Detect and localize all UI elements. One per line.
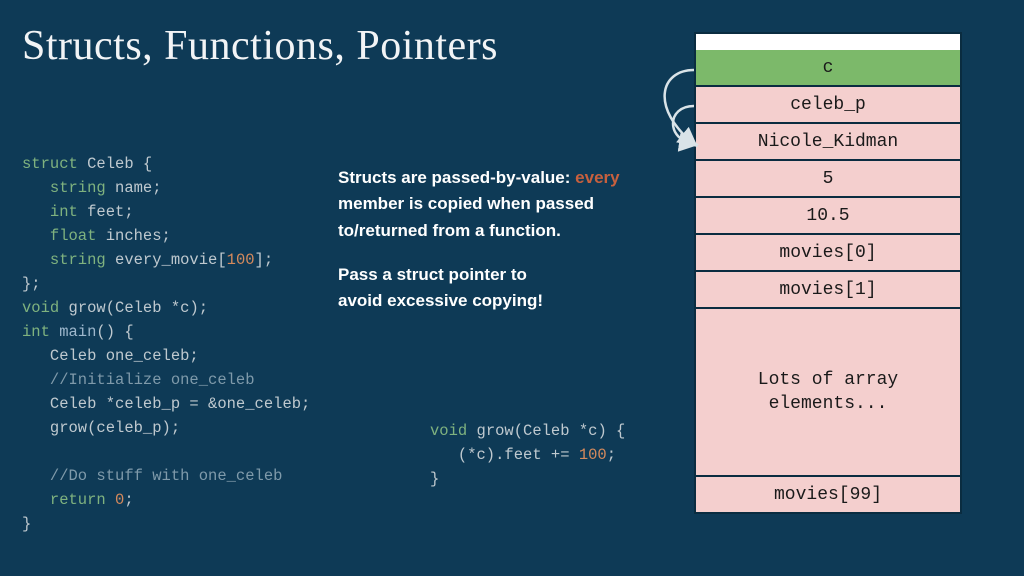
code-token: (*c).feet += [430, 446, 579, 464]
memory-cell-ellipsis: Lots of array elements... [694, 309, 962, 477]
code-token: } [430, 470, 439, 488]
code-token: struct [22, 155, 78, 173]
note-emphasis: every [575, 168, 619, 187]
code-block-grow: void grow(Celeb *c) { (*c).feet += 100; … [430, 395, 625, 491]
note-line: Structs are passed-by-value: [338, 168, 575, 187]
code-token: every_movie[ [106, 251, 227, 269]
code-token: grow(Celeb *c) { [467, 422, 625, 440]
code-token: feet; [78, 203, 134, 221]
memory-cell-inches: 10.5 [694, 198, 962, 235]
code-token: 100 [227, 251, 255, 269]
code-token: int [22, 323, 50, 341]
memory-cell-movies0: movies[0] [694, 235, 962, 272]
code-token: Celeb one_celeb; [22, 347, 199, 365]
memory-cell-name: Nicole_Kidman [694, 124, 962, 161]
code-token: Celeb *celeb_p = &one_celeb; [22, 395, 310, 413]
code-token: Celeb { [78, 155, 152, 173]
code-token: int [50, 203, 78, 221]
code-token: } [22, 515, 31, 533]
memory-cell-movies99: movies[99] [694, 477, 962, 514]
code-token: return [50, 491, 106, 509]
code-token: grow(celeb_p); [22, 419, 180, 437]
code-token: string [50, 179, 106, 197]
code-token: void [22, 299, 59, 317]
page-title: Structs, Functions, Pointers [22, 22, 498, 70]
code-token: ; [607, 446, 616, 464]
note-line: to/returned from a function. [338, 221, 561, 240]
note-line: avoid excessive copying! [338, 291, 543, 310]
code-token: 0 [115, 491, 124, 509]
memory-cell-c: c [694, 50, 962, 87]
memory-cell-movies1: movies[1] [694, 272, 962, 309]
note-line: Pass a struct pointer to [338, 265, 527, 284]
code-token: name; [106, 179, 162, 197]
code-token: //Do stuff with one_celeb [22, 467, 282, 485]
note-line: member is copied when passed [338, 194, 594, 213]
memory-diagram: c celeb_p Nicole_Kidman 5 10.5 movies[0]… [694, 32, 962, 514]
code-token: ; [124, 491, 133, 509]
code-token: main [50, 323, 97, 341]
code-token: void [430, 422, 467, 440]
code-token: () { [96, 323, 133, 341]
code-token: }; [22, 275, 41, 293]
memory-cell-celeb-p: celeb_p [694, 87, 962, 124]
explanation-text: Structs are passed-by-value: every membe… [338, 165, 648, 315]
code-token: inches; [96, 227, 170, 245]
code-token: //Initialize one_celeb [22, 371, 255, 389]
memory-cell-feet: 5 [694, 161, 962, 198]
code-token: ]; [255, 251, 274, 269]
code-token: grow(Celeb *c); [59, 299, 208, 317]
code-token: string [50, 251, 106, 269]
code-token: 100 [579, 446, 607, 464]
code-token: float [50, 227, 97, 245]
memory-top-gap [694, 32, 962, 50]
code-block-main: struct Celeb { string name; int feet; fl… [22, 128, 310, 536]
